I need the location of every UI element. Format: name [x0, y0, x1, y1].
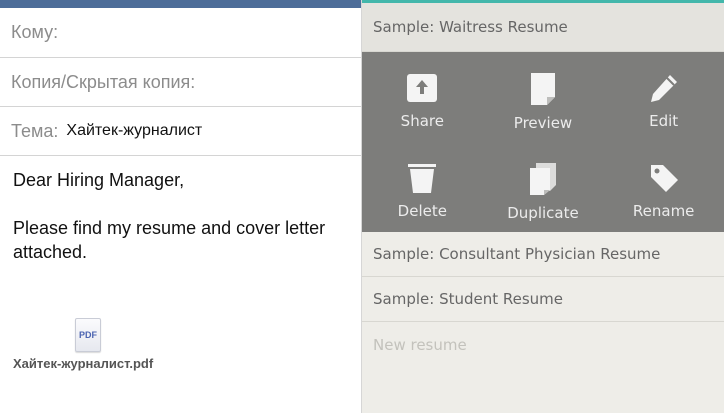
subject-label: Тема: [11, 120, 59, 141]
message-body[interactable]: Dear Hiring Manager, Please find my resu… [0, 156, 361, 264]
duplicate-label: Duplicate [507, 204, 579, 222]
attachment-filename: Хайтек-журналист.pdf [13, 356, 154, 371]
preview-label: Preview [513, 114, 573, 132]
new-resume-input[interactable]: New resume [362, 322, 724, 367]
new-resume-placeholder: New resume [373, 335, 467, 354]
resume-item-consultant-physician[interactable]: Sample: Consultant Physician Resume [362, 232, 724, 277]
greeting-text: Dear Hiring Manager, [13, 170, 185, 190]
rename-button[interactable]: Rename [603, 142, 724, 232]
pencil-icon [650, 75, 677, 102]
rename-label: Rename [632, 202, 695, 220]
resume-actions-panel: Share Preview Edit Delete Duplicate Rena… [362, 52, 724, 232]
duplicate-button[interactable]: Duplicate [483, 142, 604, 232]
share-label: Share [400, 112, 444, 130]
subject-field[interactable]: Тема: Хайтек-журналист [0, 107, 361, 156]
pdf-file-icon[interactable]: PDF [75, 318, 101, 352]
preview-button[interactable]: Preview [483, 52, 604, 142]
resume-list-panel: Sample: Waitress Resume Share Preview Ed… [362, 0, 724, 413]
share-button[interactable]: Share [362, 52, 483, 142]
edit-label: Edit [649, 112, 679, 130]
to-label: Кому: [11, 22, 59, 42]
edit-button[interactable]: Edit [603, 52, 724, 142]
compose-top-bar [0, 0, 361, 8]
delete-label: Delete [397, 202, 447, 220]
share-icon [407, 74, 438, 102]
document-icon [530, 73, 555, 105]
to-field[interactable]: Кому: [0, 8, 361, 58]
trash-icon [408, 164, 437, 193]
subject-value[interactable]: Хайтек-журналист [66, 122, 202, 140]
delete-button[interactable]: Delete [362, 142, 483, 232]
resume-item-label: Sample: Student Resume [373, 290, 564, 308]
resume-item-label: Sample: Consultant Physician Resume [373, 245, 661, 263]
email-compose-panel: Кому: Копия/Скрытая копия: Тема: Хайтек-… [0, 0, 362, 413]
cc-bcc-field[interactable]: Копия/Скрытая копия: [0, 58, 361, 107]
cc-bcc-label: Копия/Скрытая копия: [11, 71, 196, 92]
resume-item-waitress[interactable]: Sample: Waitress Resume [362, 3, 724, 52]
resume-item-student[interactable]: Sample: Student Resume [362, 277, 724, 322]
duplicate-icon [529, 163, 556, 195]
tag-icon [650, 165, 678, 192]
resume-item-label: Sample: Waitress Resume [373, 18, 568, 36]
message-text: Please find my resume and cover letter a… [13, 218, 326, 262]
